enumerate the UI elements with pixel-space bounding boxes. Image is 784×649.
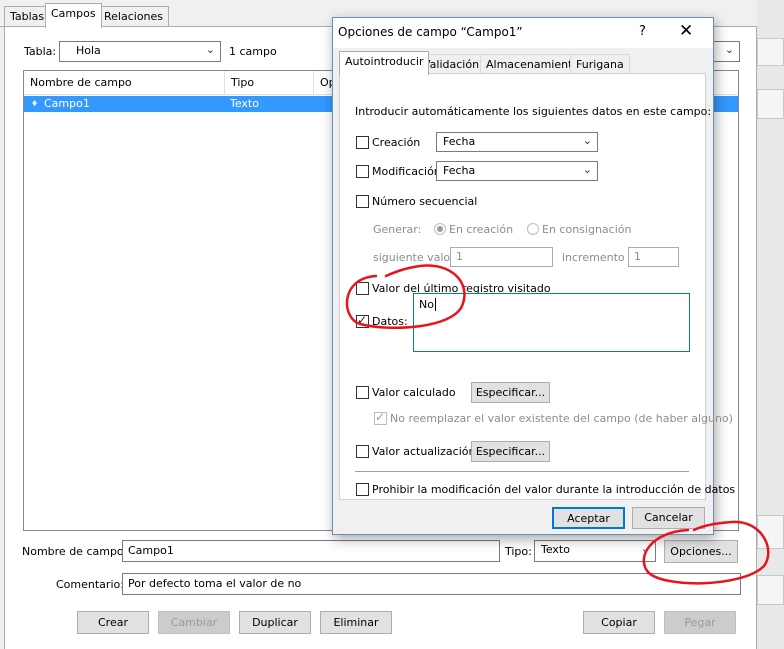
annotation-circle-options	[642, 520, 770, 585]
annotation-circle-datos	[345, 264, 466, 329]
tab-label: Campos	[51, 7, 96, 20]
annotation-layer	[345, 264, 770, 585]
tab-label: Autointroducir	[345, 55, 424, 68]
tab-fields[interactable]: Campos	[45, 3, 102, 28]
tab-auto-enter[interactable]: Autointroducir	[339, 51, 430, 75]
